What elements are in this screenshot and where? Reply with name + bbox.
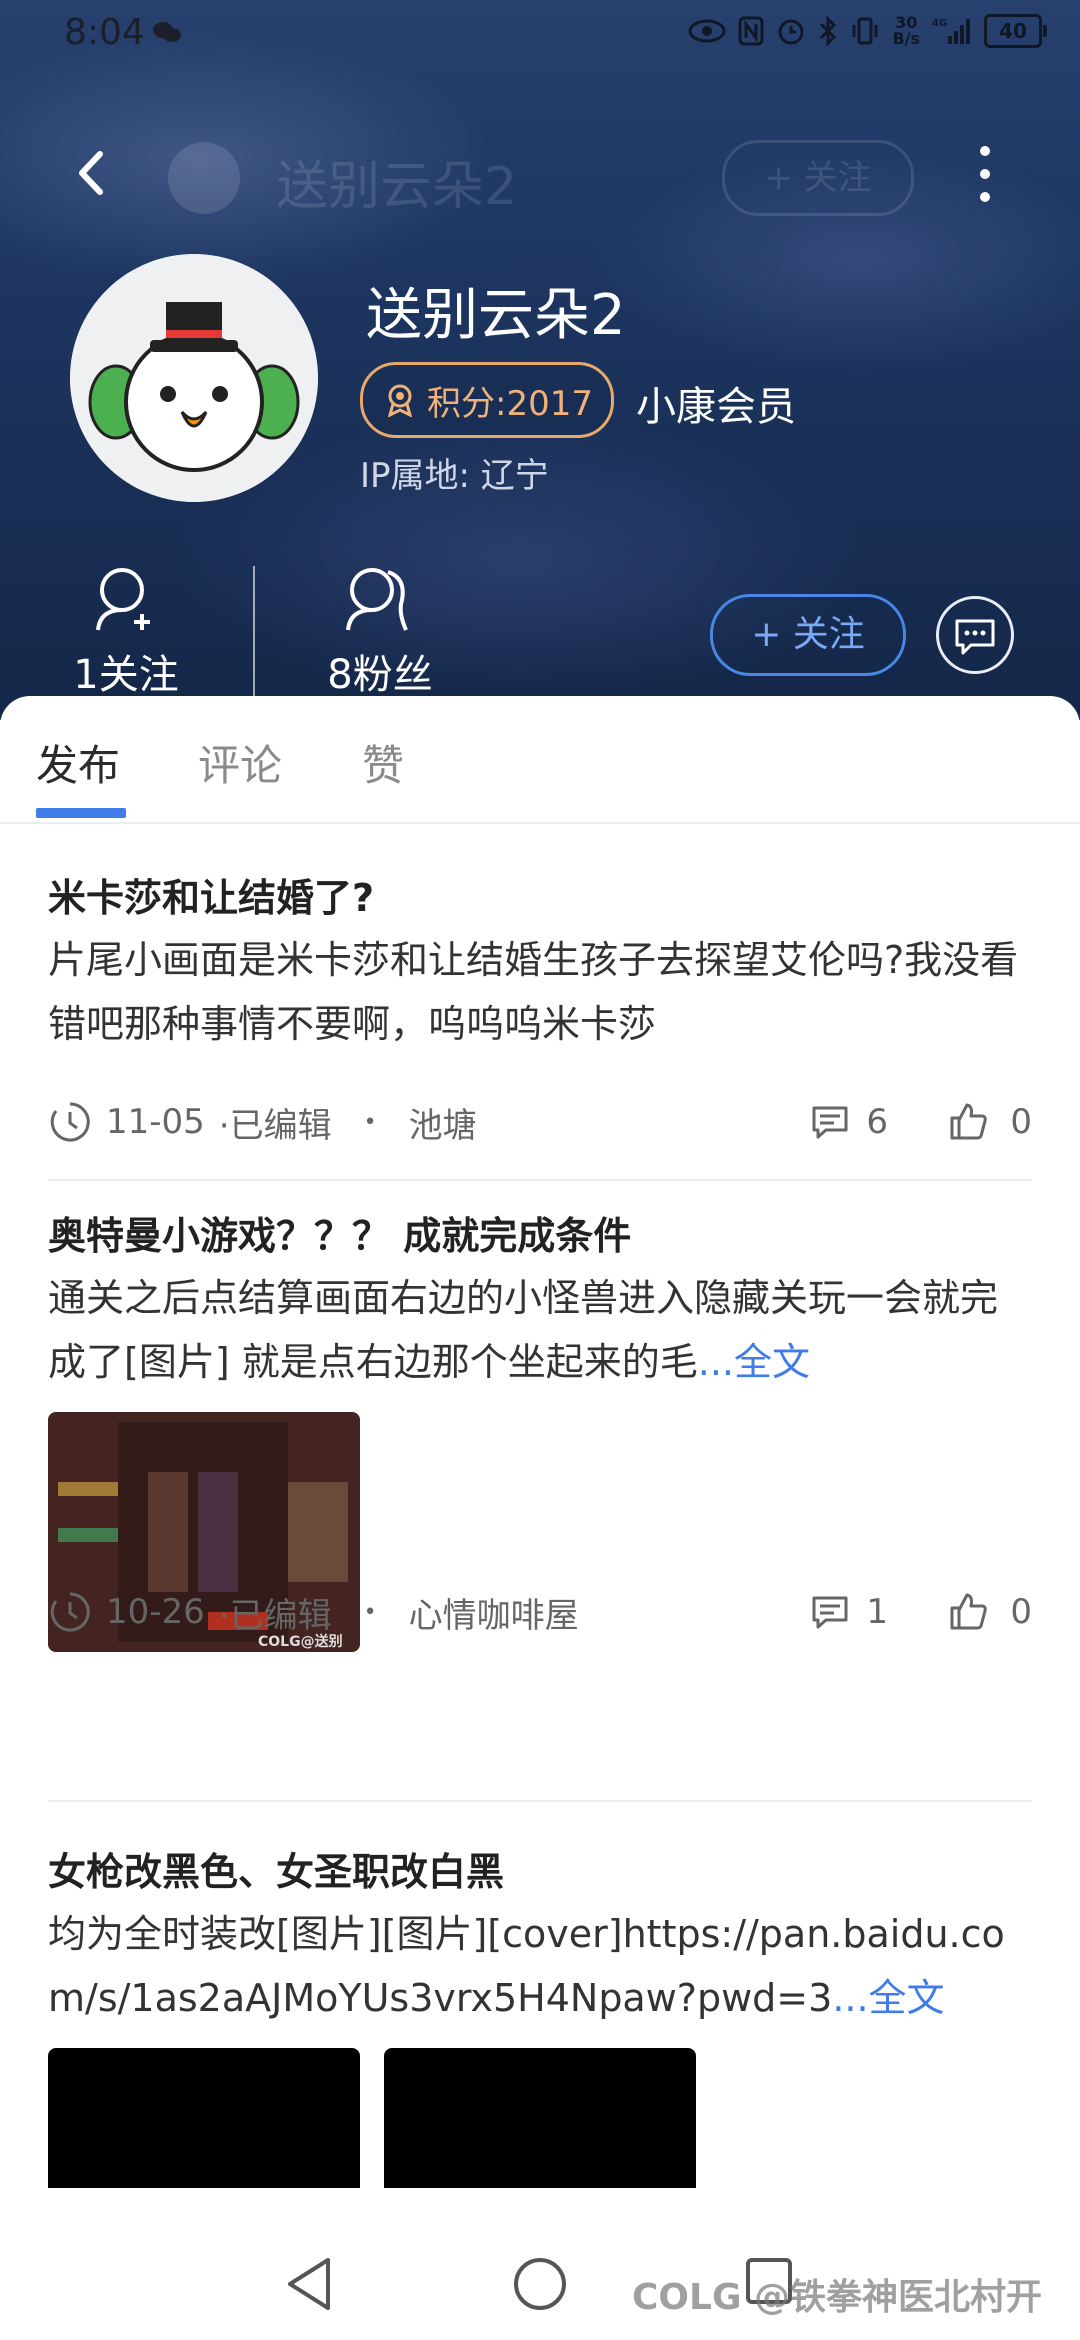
tab-comments[interactable]: 评论 xyxy=(198,732,282,793)
snowman-avatar-icon xyxy=(70,254,318,502)
content-panel: 发布 评论 赞 米卡莎和让结婚了? 片尾小画面是米卡莎和让结婚生孩子去探望艾伦吗… xyxy=(0,696,1080,2226)
medal-icon xyxy=(387,384,413,417)
thumbs-up-icon[interactable] xyxy=(946,1100,990,1144)
meta-dot: • xyxy=(363,1599,377,1625)
post-title: 奥特曼小游戏？？？ 成就完成条件 xyxy=(48,1214,632,1258)
tab-indicator xyxy=(36,808,126,818)
followers-count[interactable]: 8粉丝 xyxy=(280,564,480,700)
post-body: 通关之后点结算画面右边的小怪兽进入隐藏关玩一会就完成了[图片] 就是点右边那个坐… xyxy=(48,1276,999,1384)
ip-location: IP属地: 辽宁 xyxy=(360,456,549,496)
post-edited: ·已编辑 xyxy=(218,1105,332,1146)
like-count: 0 xyxy=(1010,1592,1032,1632)
bluetooth-icon xyxy=(820,16,837,46)
following-count[interactable]: 1关注 xyxy=(26,564,226,700)
clock-icon xyxy=(50,1592,90,1632)
top-bar: 送别云朵2 + 关注 xyxy=(0,130,1080,220)
post-title: 米卡莎和让结婚了? xyxy=(48,876,375,920)
points-label: 积分:2017 xyxy=(427,383,593,424)
watermark: COLG @铁拳神医北村开 xyxy=(632,2277,1043,2318)
post-divider xyxy=(48,1179,1032,1181)
comment-icon xyxy=(812,1106,848,1139)
avatar[interactable] xyxy=(70,254,318,502)
post-date: 10-26 xyxy=(106,1592,205,1632)
post-date: 11-05 xyxy=(106,1102,205,1142)
status-time: 8:04 xyxy=(64,12,145,53)
back-arrow-icon[interactable] xyxy=(68,148,118,198)
eye-icon xyxy=(688,19,726,43)
wechat-icon xyxy=(153,22,181,42)
post-item[interactable]: 女枪改黑色、女圣职改白黑 均为全时装改[图片][图片][cover]https:… xyxy=(48,1844,1032,2188)
post-edited: ·已编辑 xyxy=(218,1595,332,1636)
nfc-icon xyxy=(738,16,764,46)
svg-text:4G: 4G xyxy=(932,18,947,29)
users-icon xyxy=(346,568,408,631)
nav-back-icon[interactable] xyxy=(284,2256,334,2312)
status-bar: 8:04 30 B/s 4G 40 xyxy=(0,0,1080,74)
chat-icon xyxy=(955,619,995,655)
post-item[interactable]: 米卡莎和让结婚了? 片尾小画面是米卡莎和让结婚生孩子去探望艾伦吗?我没看错吧那种… xyxy=(48,870,1032,1146)
more-options-icon[interactable] xyxy=(970,146,1000,206)
post-item[interactable]: 奥特曼小游戏？？？ 成就完成条件 通关之后点结算画面右边的小怪兽进入隐藏关玩一会… xyxy=(48,1208,1032,1652)
member-level: 小康会员 xyxy=(636,384,796,430)
profile-header: 8:04 30 B/s 4G 40 送别云朵2 + 关注 送别云朵2 积分:20… xyxy=(0,0,1080,720)
status-icons: 30 B/s 4G 40 xyxy=(688,13,1047,48)
signal-icon: 4G xyxy=(932,18,970,44)
tab-posts[interactable]: 发布 xyxy=(36,732,120,793)
vibrate-icon xyxy=(852,17,878,45)
user-plus-icon xyxy=(96,568,150,631)
post-body: 均为全时装改[图片][图片][cover]https://pan.baidu.c… xyxy=(48,1912,1005,2020)
clock-icon xyxy=(50,1102,90,1142)
post-thumbnail[interactable] xyxy=(48,2048,360,2188)
post-board[interactable]: 心情咖啡屋 xyxy=(409,1588,579,1637)
post-meta: 11-05 ·已编辑 • 池塘 6 0 xyxy=(48,1092,1032,1152)
message-button[interactable] xyxy=(936,596,1014,674)
alarm-icon xyxy=(778,19,804,45)
post-board[interactable]: 池塘 xyxy=(409,1098,477,1147)
nav-home-icon[interactable] xyxy=(512,2256,568,2312)
comment-count: 1 xyxy=(866,1592,888,1632)
post-thumbnail[interactable] xyxy=(384,2048,696,2188)
stats-divider xyxy=(253,566,255,696)
post-meta: 10-26 ·已编辑 • 心情咖啡屋 1 0 xyxy=(48,1582,1032,1642)
battery-indicator: 40 xyxy=(984,14,1047,48)
comment-count: 6 xyxy=(866,1102,888,1142)
post-divider xyxy=(48,1800,1032,1802)
post-title: 女枪改黑色、女圣职改白黑 xyxy=(48,1850,505,1894)
points-badge[interactable]: 积分:2017 xyxy=(360,362,614,438)
tab-likes[interactable]: 赞 xyxy=(362,732,404,793)
tab-bar: 发布 评论 赞 xyxy=(0,696,1080,824)
read-more-link[interactable]: ...全文 xyxy=(832,1976,944,2020)
username: 送别云朵2 xyxy=(366,283,626,348)
collapsed-title: 送别云朵2 xyxy=(276,157,518,217)
comment-icon xyxy=(812,1596,848,1629)
follow-button[interactable]: + 关注 xyxy=(710,594,906,676)
like-count: 0 xyxy=(1010,1102,1032,1142)
post-body: 片尾小画面是米卡莎和让结婚生孩子去探望艾伦吗?我没看错吧那种事情不要啊，呜呜呜米… xyxy=(48,938,1019,1046)
thumbs-up-icon[interactable] xyxy=(946,1590,990,1634)
meta-dot: • xyxy=(363,1109,377,1135)
read-more-link[interactable]: ...全文 xyxy=(698,1340,810,1384)
net-speed: 30 B/s xyxy=(892,13,920,48)
collapsed-avatar xyxy=(168,142,240,214)
post-images xyxy=(48,2048,1032,2188)
collapsed-follow-button: + 关注 xyxy=(722,140,914,216)
